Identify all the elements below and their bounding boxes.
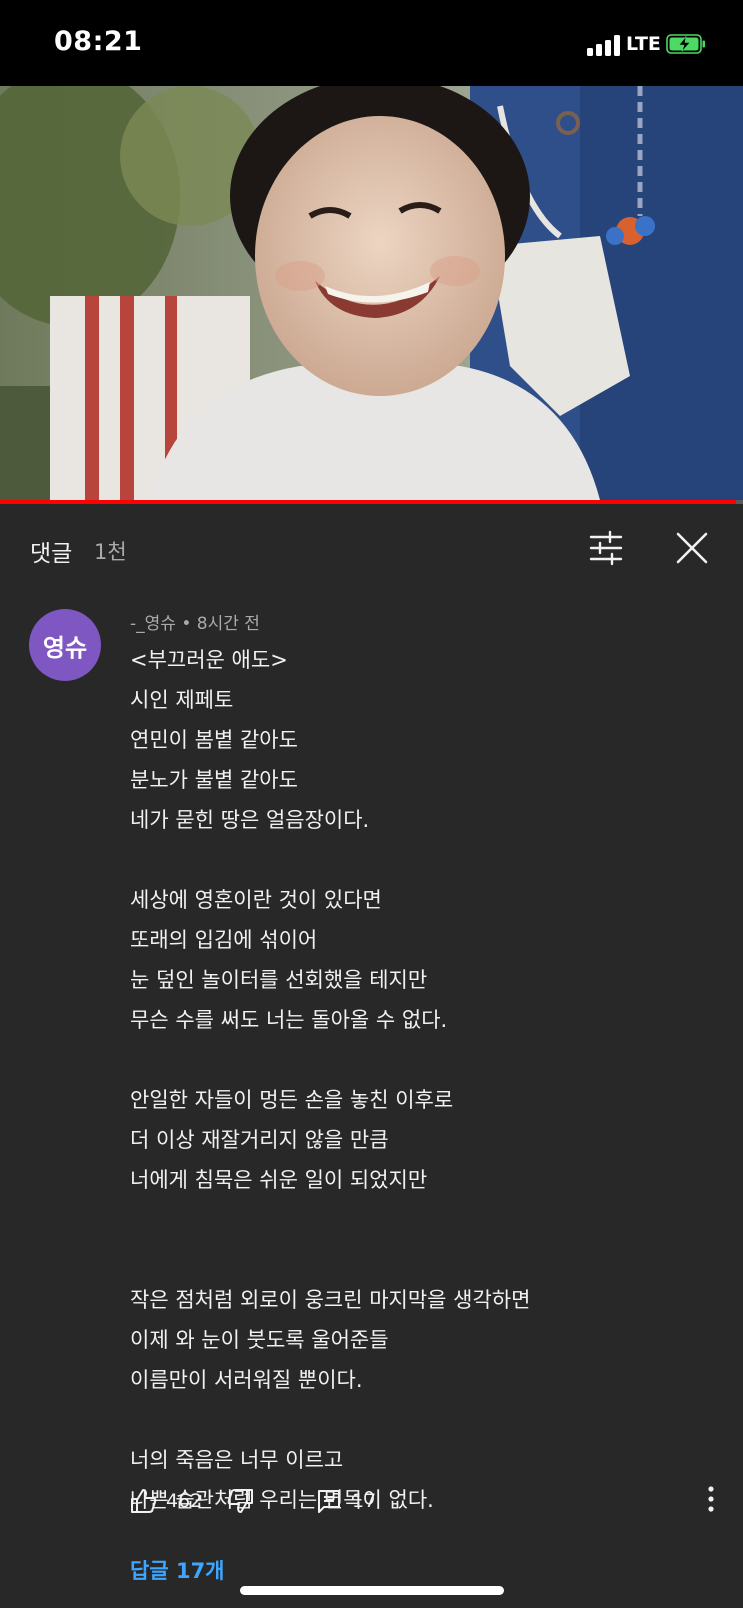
status-bar: 08:21 LTE [0,0,743,86]
comment-icon [318,1490,340,1513]
thumbs-up-icon [131,1489,157,1513]
sliders-icon[interactable] [588,530,624,566]
comment-line: 작은 점처럼 외로이 웅크린 마지막을 생각하면 [130,1288,531,1312]
view-replies-link[interactable]: 답글 17개 [130,1555,225,1585]
dislike-button[interactable] [226,1481,254,1521]
comment-line: <부끄러운 애도> [130,648,288,672]
thumbs-down-icon [227,1489,253,1513]
more-vertical-icon[interactable] [706,1485,716,1513]
comment-actions: 462 17 [130,1481,730,1521]
reply-count: 17 [352,1490,377,1512]
like-count: 462 [166,1490,203,1512]
comment-line: 눈 덮인 놀이터를 선회했을 테지만 [130,968,428,992]
reply-button[interactable]: 17 [316,1481,376,1521]
comment-blank-line [130,1240,720,1280]
comment-line: 무슨 수를 써도 너는 돌아올 수 없다. [130,1008,448,1032]
comment-line: 이제 와 눈이 붓도록 울어준들 [130,1328,389,1352]
signal-icon [587,34,625,56]
meta-separator: • [181,614,192,634]
comment-line: 세상에 영혼이란 것이 있다면 [130,888,382,912]
comment-line: 이름만이 서러워질 뿐이다. [130,1368,363,1392]
comments-count: 1천 [94,540,127,564]
comment-blank-line [130,1200,720,1240]
comment-blank-line [130,1400,720,1440]
comment-line: 네가 묻힌 땅은 얼음장이다. [130,808,370,832]
comment-meta: -_영슈 • 8시간 전 [130,609,260,634]
close-icon[interactable] [674,530,710,566]
avatar[interactable]: 영슈 [29,609,101,681]
comment-blank-line [130,840,720,880]
video-frame-image [0,86,743,500]
network-type: LTE [626,33,661,55]
comment-line: 너에게 침묵은 쉬운 일이 되었지만 [130,1168,428,1192]
comment-line: 시인 제페토 [130,688,234,712]
comment-blank-line [130,1040,720,1080]
like-button[interactable]: 462 [130,1481,202,1521]
status-time: 08:21 [54,26,143,57]
comment-line: 또래의 입김에 섞이어 [130,928,318,952]
comment-author[interactable]: -_영슈 [130,614,176,634]
comment-line: 분노가 불볕 같아도 [130,768,298,792]
comments-title: 댓글 [30,541,73,567]
comment-text: <부끄러운 애도> 시인 제페토연민이 봄볕 같아도분노가 불볕 같아도네가 묻힌… [130,640,720,1520]
comment-line: 더 이상 재잘거리지 않을 만큼 [130,1128,389,1152]
comment-time: 8시간 전 [196,614,260,634]
comment-line: 너의 죽음은 너무 이르고 [130,1448,344,1472]
home-indicator[interactable] [240,1586,504,1595]
comment-line: 안일한 자들이 멍든 손을 놓친 이후로 [130,1088,454,1112]
comment-line: 연민이 봄볕 같아도 [130,728,298,752]
battery-charging-icon [666,34,705,54]
comments-header: 댓글 1천 [0,504,743,592]
video-player[interactable] [0,86,743,500]
